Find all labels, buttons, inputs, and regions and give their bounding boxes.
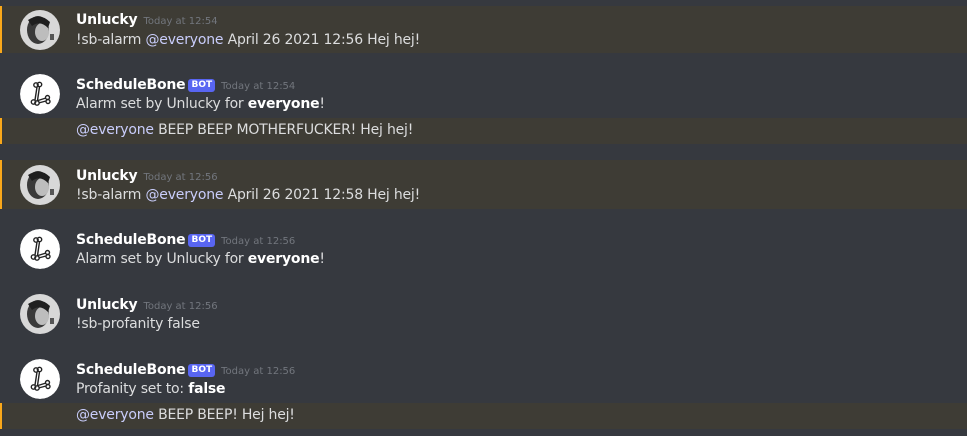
message-header: Unlucky Today at 12:56 [76,294,218,314]
timestamp: Today at 12:56 [143,301,218,312]
everyone-mention[interactable]: @everyone [76,407,154,423]
message-header: Unlucky Today at 12:56 [76,165,218,185]
everyone-mention[interactable]: @everyone [76,122,154,138]
timestamp: Today at 12:54 [221,81,296,92]
username[interactable]: ScheduleBone [76,77,186,93]
message-group: ScheduleBone BOT Today at 12:56 Profanity … [0,359,967,403]
message-text: ! [319,251,325,267]
username[interactable]: ScheduleBone [76,362,186,378]
message-content: !sb-profanity false [76,316,200,332]
bot-tag: BOT [188,79,216,92]
user-avatar-icon[interactable] [20,165,60,205]
bold-text: false [188,381,226,397]
timestamp: Today at 12:56 [143,172,218,183]
timestamp: Today at 12:56 [221,366,296,377]
message-text: ! [319,96,325,112]
bot-tag: BOT [188,364,216,377]
message-group: ScheduleBone BOT Today at 12:56 Alarm set … [0,229,967,275]
message-text: Alarm set by Unlucky for [76,96,248,112]
message-text: April 26 2021 12:56 Hej hej! [223,32,421,48]
chat-messages: Unlucky Today at 12:54 !sb-alarm @everyon… [0,0,967,436]
message-header: ScheduleBone BOT Today at 12:56 [76,359,295,379]
message-text: BEEP BEEP MOTHERFUCKER! Hej hej! [153,122,414,138]
message-group: Unlucky Today at 12:54 !sb-alarm @everyon… [0,6,967,53]
user-avatar-icon[interactable] [20,10,60,50]
message-content: Alarm set by Unlucky for everyone! [76,251,325,267]
username[interactable]: Unlucky [76,12,138,28]
message-header: ScheduleBone BOT Today at 12:56 [76,229,295,249]
bone-avatar-icon[interactable] [20,359,60,399]
everyone-mention[interactable]: @everyone [146,187,224,203]
message-content: Profanity set to: false [76,381,226,397]
everyone-mention[interactable]: @everyone [146,32,224,48]
message-group: Unlucky Today at 12:56 !sb-profanity fals… [0,294,967,340]
message-header: ScheduleBone BOT Today at 12:54 [76,74,295,94]
timestamp: Today at 12:54 [143,16,218,27]
message-text: !sb-alarm [76,32,146,48]
bot-tag: BOT [188,234,216,247]
message-text: Profanity set to: [76,381,189,397]
bold-text: everyone [247,251,320,267]
message-text: !sb-alarm [76,187,146,203]
message-text: Alarm set by Unlucky for [76,251,248,267]
message-content: !sb-alarm @everyone April 26 2021 12:56 … [76,32,420,48]
username[interactable]: Unlucky [76,297,138,313]
message-group: Unlucky Today at 12:56 !sb-alarm @everyon… [0,160,967,209]
message-content: @everyone BEEP BEEP MOTHERFUCKER! Hej he… [76,122,413,138]
message-content: @everyone BEEP BEEP! Hej hej! [76,407,295,423]
message-text: BEEP BEEP! Hej hej! [153,407,295,423]
username[interactable]: Unlucky [76,168,138,184]
bold-text: everyone [247,96,320,112]
message-header: Unlucky Today at 12:54 [76,9,218,29]
message-content: !sb-alarm @everyone April 26 2021 12:58 … [76,187,420,203]
bone-avatar-icon[interactable] [20,229,60,269]
username[interactable]: ScheduleBone [76,232,186,248]
message-content: Alarm set by Unlucky for everyone! [76,96,325,112]
timestamp: Today at 12:56 [221,236,296,247]
message-text: April 26 2021 12:58 Hej hej! [223,187,421,203]
bone-avatar-icon[interactable] [20,74,60,114]
user-avatar-icon[interactable] [20,294,60,334]
message-group: ScheduleBone BOT Today at 12:54 Alarm set … [0,72,967,118]
